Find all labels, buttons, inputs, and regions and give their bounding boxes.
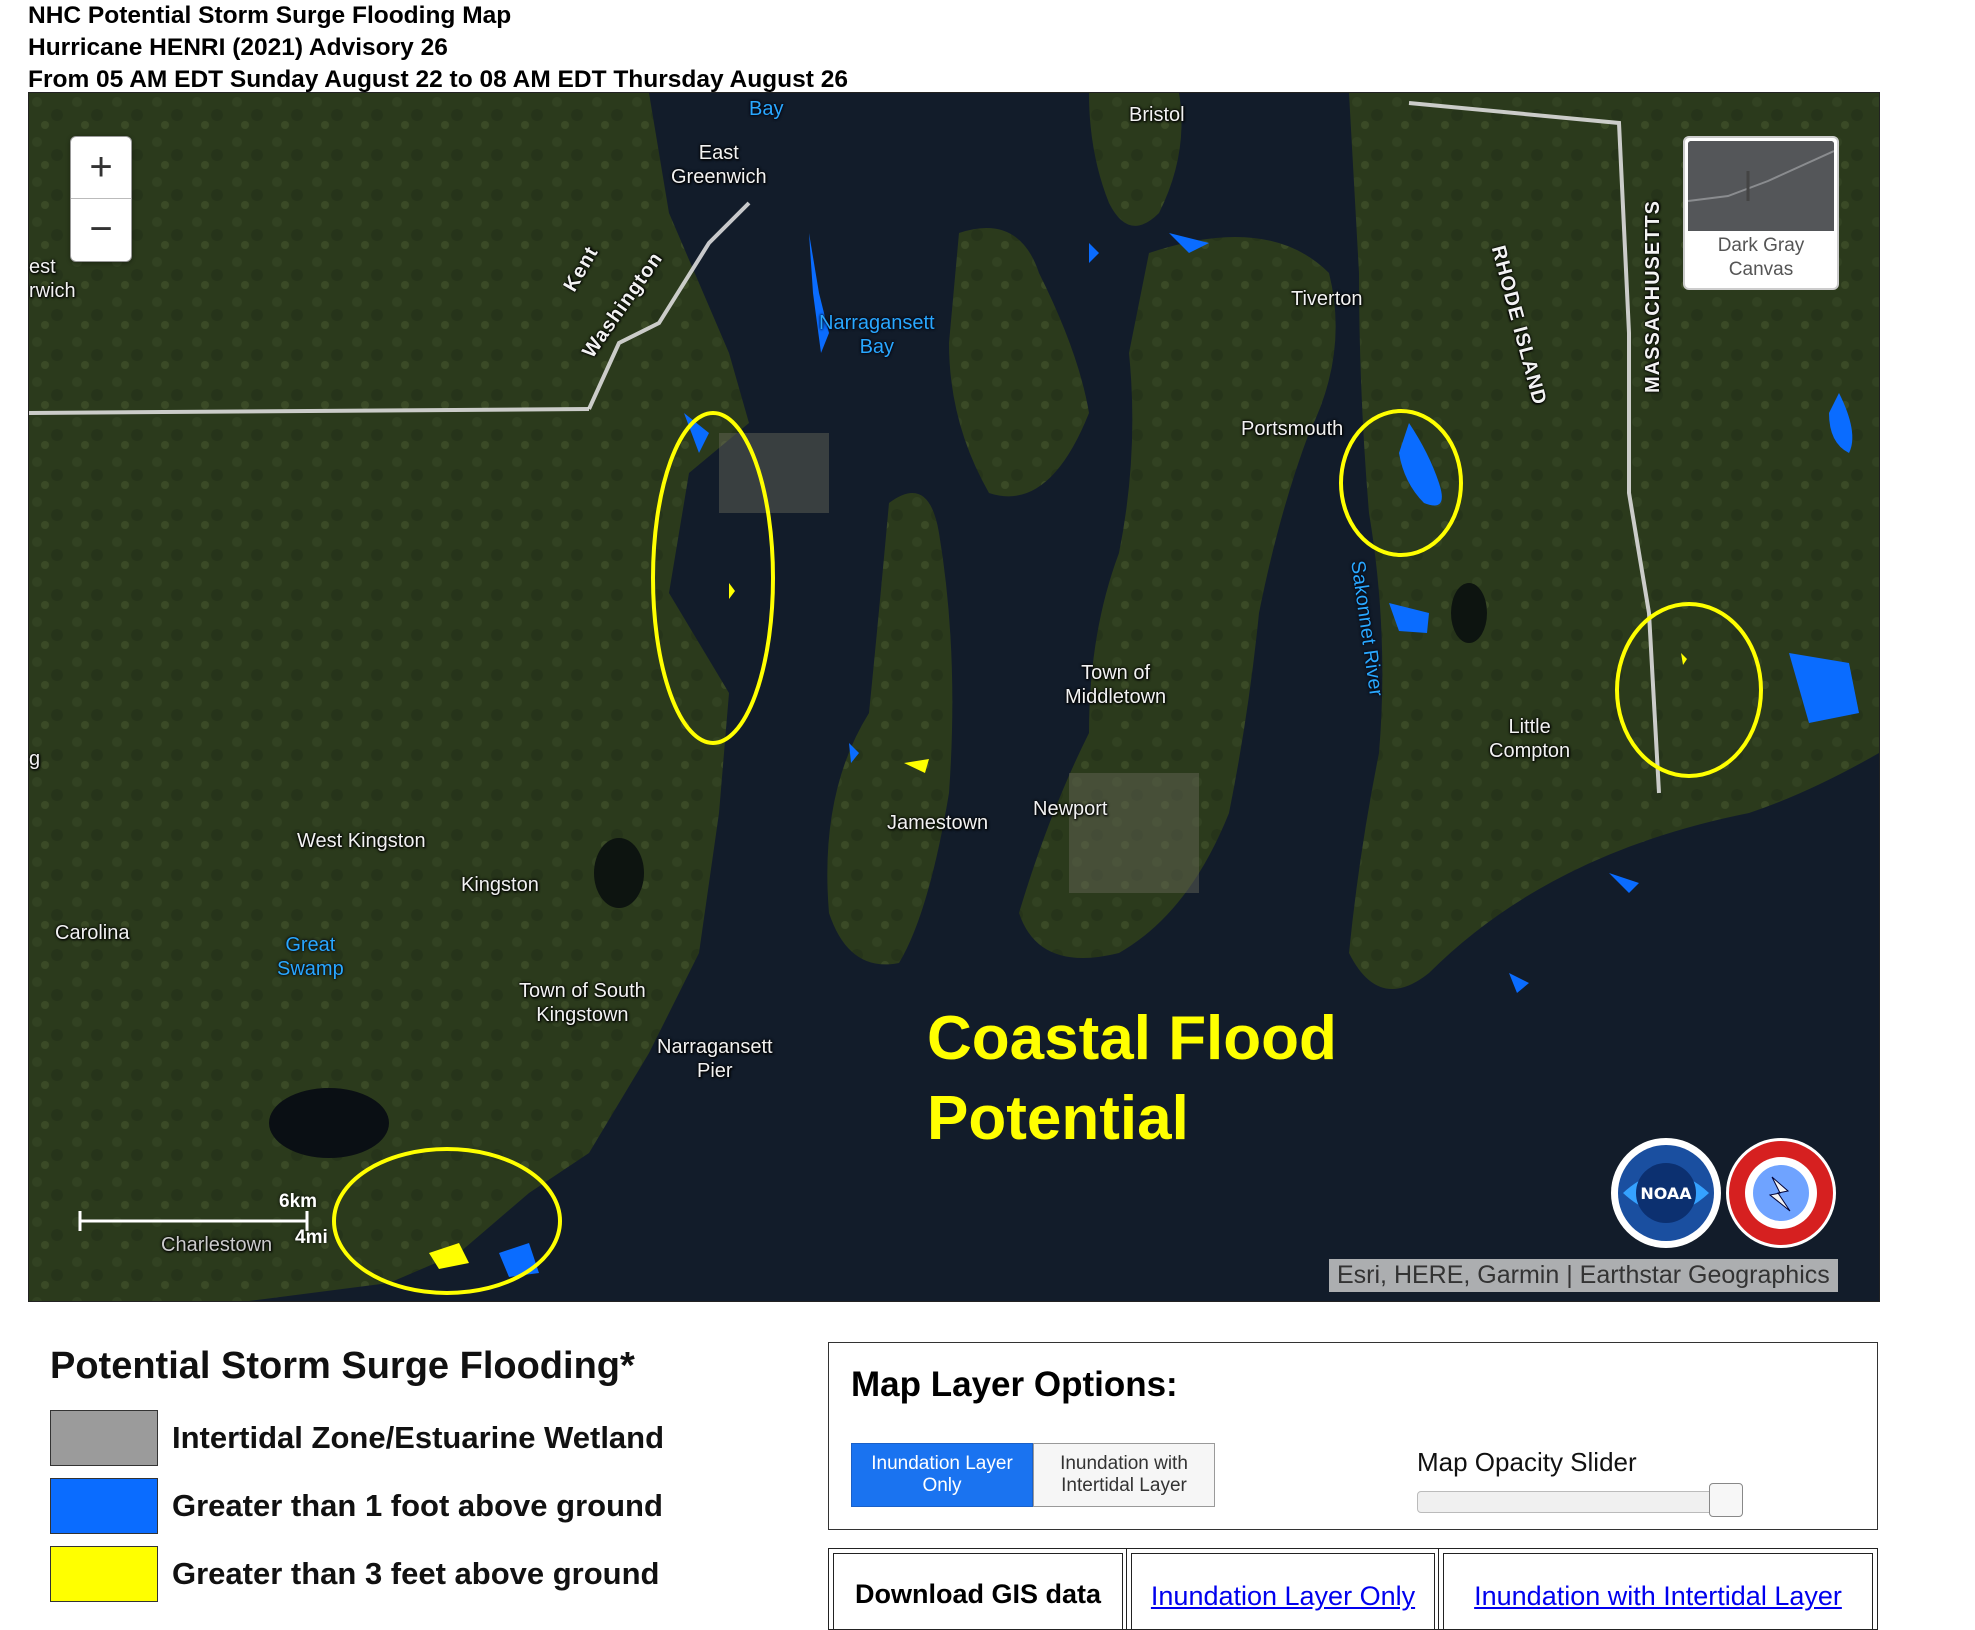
opacity-slider-label: Map Opacity Slider: [1417, 1447, 1637, 1477]
scale-bar: 6km 4mi: [77, 1191, 328, 1251]
svg-text:NOAA: NOAA: [1640, 1184, 1692, 1203]
legend-label: Greater than 3 feet above ground: [172, 1556, 660, 1591]
map-label-edge-g: g: [29, 748, 41, 770]
legend-swatch-1ft: [50, 1478, 158, 1534]
map-label-great-swamp: Great Swamp: [277, 934, 344, 980]
download-inundation-intertidal-link[interactable]: Inundation with Intertidal Layer: [1439, 1581, 1877, 1612]
page-header: NHC Potential Storm Surge Flooding Map H…: [28, 0, 848, 96]
map-label-portsmouth: Portsmouth: [1241, 418, 1344, 440]
noaa-logo: NOAA: [1611, 1138, 1721, 1248]
legend-item: Intertidal Zone/Estuarine Wetland: [50, 1404, 664, 1472]
legend-label: Intertidal Zone/Estuarine Wetland: [172, 1420, 665, 1455]
legend-title: Potential Storm Surge Flooding*: [50, 1345, 635, 1387]
map-label-narragansett-bay: Narragansett Bay: [819, 312, 935, 358]
basemap-caption: Dark Gray Canvas: [1717, 235, 1805, 280]
opacity-slider-track[interactable]: [1417, 1491, 1739, 1513]
map-label-east-greenwich: East Greenwich: [671, 142, 767, 188]
download-inundation-only-link[interactable]: Inundation Layer Only: [1127, 1581, 1439, 1612]
map-label-warwick: est rwich: [29, 256, 76, 302]
map-view[interactable]: Bay Bristol East Greenwich est rwich Ken…: [28, 92, 1880, 1302]
download-link-cell: Inundation Layer Only: [1126, 1548, 1440, 1630]
scale-mi-label: 4mi: [295, 1227, 328, 1248]
inundation-with-intertidal-button[interactable]: Inundation with Intertidal Layer: [1033, 1443, 1215, 1507]
zoom-out-button[interactable]: −: [71, 198, 131, 260]
agency-logos: NOAA: [1609, 1133, 1839, 1258]
basemap-thumbnail: [1688, 141, 1834, 231]
map-label-middletown: Town of Middletown: [1065, 662, 1167, 708]
map-label-bristol: Bristol: [1129, 104, 1185, 126]
layer-button-group: Inundation Layer Only Inundation with In…: [851, 1443, 1215, 1507]
map-label-newport: Newport: [1033, 798, 1108, 820]
map-label-little-compton: Little Compton: [1489, 716, 1571, 762]
options-title: Map Layer Options:: [851, 1365, 1178, 1404]
legend: Potential Storm Surge Flooding* Intertid…: [50, 1342, 664, 1608]
map-label-kingston: Kingston: [461, 874, 539, 896]
map-label-west-kingston: West Kingston: [297, 830, 426, 852]
storm-advisory: Hurricane HENRI (2021) Advisory 26: [28, 34, 448, 61]
download-link-cell: Inundation with Intertidal Layer: [1438, 1548, 1878, 1630]
legend-label: Greater than 1 foot above ground: [172, 1488, 663, 1523]
zoom-control: + −: [70, 136, 132, 262]
map-layer-options: Map Layer Options: Inundation Layer Only…: [828, 1342, 1878, 1530]
download-gis-cell: Download GIS data: [828, 1548, 1128, 1630]
nws-logo: [1726, 1138, 1836, 1248]
map-label-carolina: Carolina: [55, 922, 130, 944]
coastal-flood-headline: Coastal Flood Potential: [927, 1004, 1337, 1153]
basemap-toggle[interactable]: Dark Gray Canvas: [1683, 136, 1839, 290]
map-label-narragansett-pier: Narragansett Pier: [657, 1036, 773, 1082]
map-label-south-kingstown: Town of South Kingstown: [519, 980, 646, 1026]
map-label-massachusetts: MASSACHUSETTS: [1642, 199, 1664, 393]
legend-item: Greater than 1 foot above ground: [50, 1472, 664, 1540]
map-title: NHC Potential Storm Surge Flooding Map: [28, 2, 512, 29]
scale-km-label: 6km: [279, 1191, 318, 1212]
download-gis-label: Download GIS data: [854, 1579, 1102, 1609]
legend-item: Greater than 3 feet above ground: [50, 1540, 664, 1608]
map-label-bay: Bay: [749, 98, 784, 120]
map-label-jamestown: Jamestown: [887, 812, 989, 834]
inundation-layer-only-button[interactable]: Inundation Layer Only: [851, 1443, 1033, 1507]
legend-swatch-intertidal: [50, 1410, 158, 1466]
map-attribution: Esri, HERE, Garmin | Earthstar Geographi…: [1329, 1259, 1838, 1292]
map-label-tiverton: Tiverton: [1291, 288, 1363, 310]
zoom-in-button[interactable]: +: [71, 137, 131, 198]
opacity-slider-handle[interactable]: [1709, 1483, 1743, 1517]
legend-swatch-3ft: [50, 1546, 158, 1602]
